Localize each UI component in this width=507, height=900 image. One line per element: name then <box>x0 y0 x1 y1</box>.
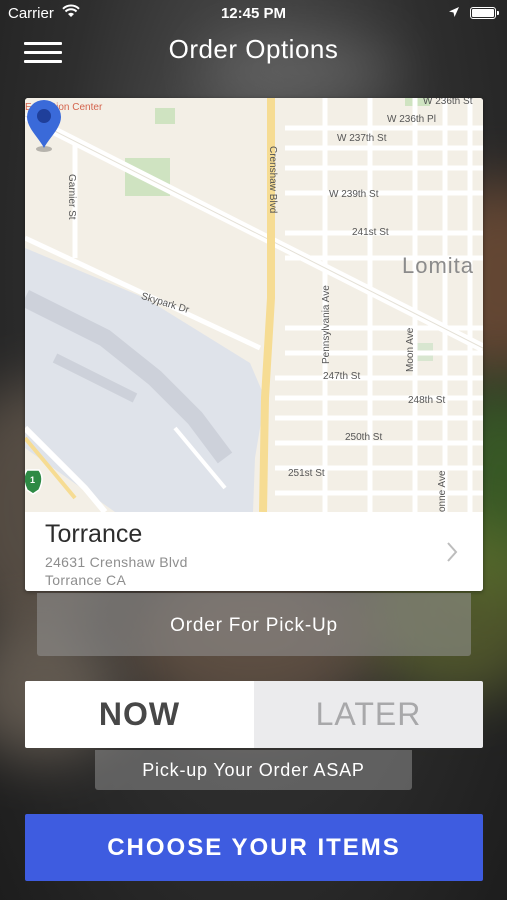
map-street-label: Garnier St <box>66 174 77 220</box>
later-option[interactable]: LATER <box>254 681 483 748</box>
map-street-label: W 237th St <box>337 133 387 144</box>
status-time: 12:45 PM <box>220 5 287 22</box>
map-street-label: Pennsylvania Ave <box>321 285 332 364</box>
map-street-label: 241st St <box>352 227 389 238</box>
map-street-label: 250th St <box>345 432 383 443</box>
chevron-right-icon[interactable] <box>445 540 459 564</box>
choose-items-button[interactable]: CHOOSE YOUR ITEMS <box>25 814 483 881</box>
store-name: Torrance <box>45 520 143 548</box>
timing-toggle: NOW LATER <box>25 681 483 748</box>
store-info[interactable]: Torrance 24631 Crenshaw Blvd Torrance CA <box>25 512 483 591</box>
map-street-label: onne Ave <box>437 470 448 512</box>
map-street-label: W 236th St <box>423 98 473 107</box>
map-street-label: 251st St <box>288 468 325 479</box>
nav-bar: Order Options <box>0 28 507 78</box>
map-street-label: W 239th St <box>329 189 379 200</box>
map-street-label: Crenshaw Blvd <box>267 146 278 214</box>
store-card[interactable]: Education Center W 236th St W 236th Pl W… <box>25 98 483 591</box>
highway-shield-icon: 1 <box>30 475 36 485</box>
store-address-line1: 24631 Crenshaw Blvd <box>45 554 188 570</box>
map-pin-icon[interactable] <box>25 98 63 154</box>
status-bar: Carrier 12:45 PM <box>0 0 507 28</box>
map-city-label: Lomita <box>402 253 475 278</box>
now-option[interactable]: NOW <box>25 681 254 748</box>
map-street-label: W 236th Pl <box>387 114 436 125</box>
map-street-label: 248th St <box>408 395 446 406</box>
store-address-line2: Torrance CA <box>45 572 127 588</box>
battery-icon <box>470 7 499 19</box>
map-street-label: Moon Ave <box>405 327 416 372</box>
map-view[interactable]: Education Center W 236th St W 236th Pl W… <box>25 98 483 512</box>
page-title: Order Options <box>168 34 339 64</box>
asap-note: Pick-up Your Order ASAP <box>95 750 412 790</box>
order-pickup-button[interactable]: Order For Pick-Up <box>37 593 471 656</box>
location-arrow-icon <box>449 7 459 17</box>
map-street-label: 247th St <box>323 371 361 382</box>
